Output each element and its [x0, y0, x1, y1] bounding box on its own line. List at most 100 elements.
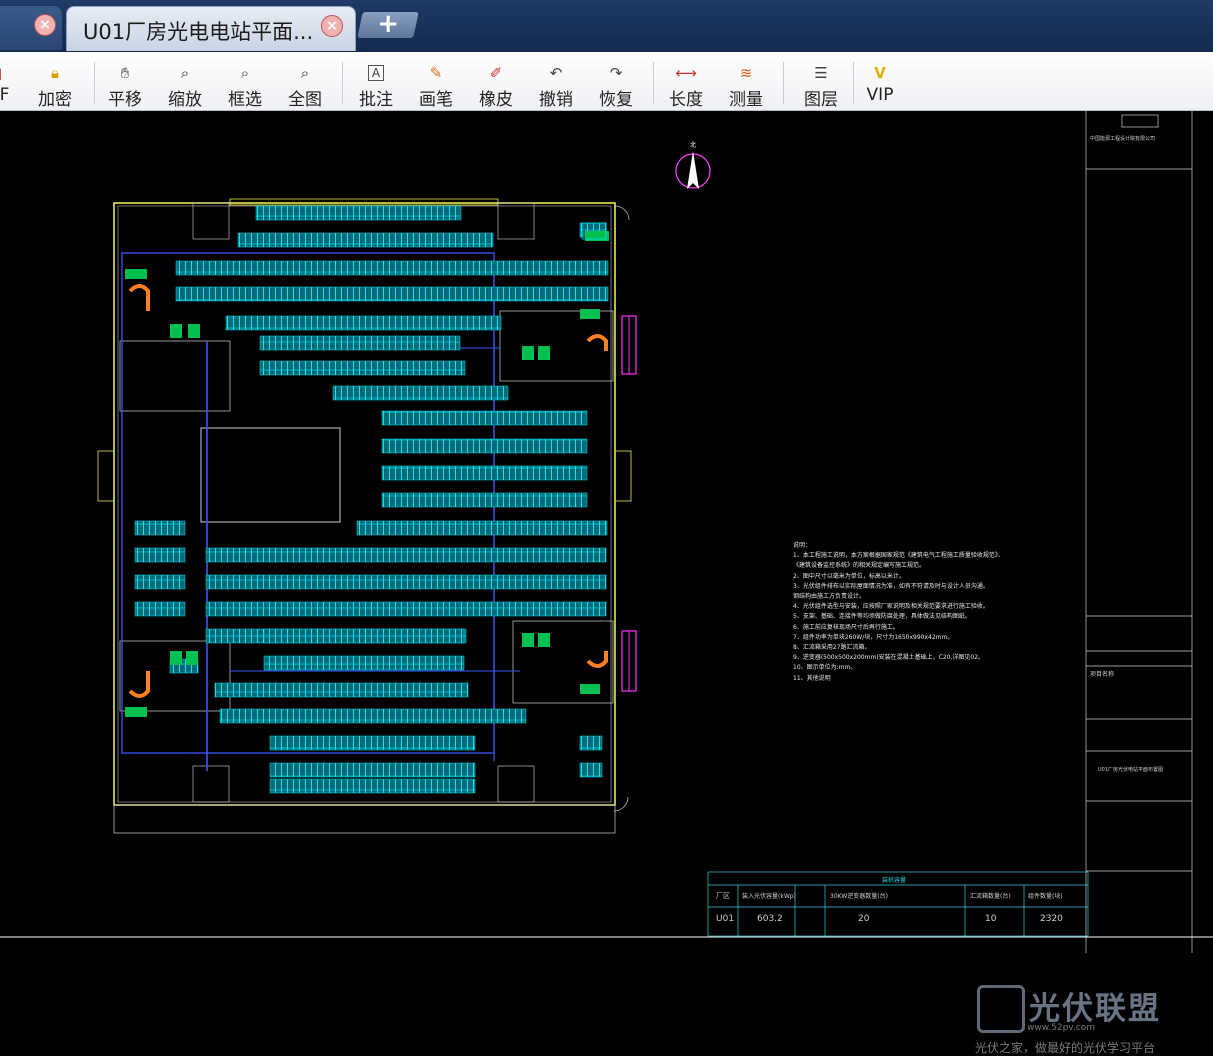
pv-array-row — [255, 205, 462, 221]
row-combiner: 10 — [985, 914, 997, 924]
pv-array-row — [205, 574, 607, 590]
toolbar-separator — [94, 62, 95, 104]
pv-array-row — [259, 360, 466, 376]
pv-array-row — [175, 286, 609, 302]
pv-array-row — [134, 547, 186, 563]
plus-icon: + — [377, 9, 400, 39]
encrypt-button[interactable]: 🔒︎ 加密 — [27, 56, 83, 110]
lock-icon: 🔒︎ — [51, 64, 59, 82]
row-modules: 2320 — [1040, 914, 1063, 924]
note-line: 《建筑设备监控系统》的相关规定编写施工规范。 — [793, 562, 926, 570]
drawing-canvas[interactable]: 北 中国能源工程设计院有限公司 项目名称 U01厂房光伏电站平面布置图 装机容量… — [0, 111, 1213, 1055]
eraser-icon: ✐ — [489, 64, 503, 82]
drawing-title: U01厂房光伏电站平面布置图 — [1098, 767, 1164, 773]
watermark-url: www.52pv.com — [1027, 1023, 1095, 1033]
project-label: 项目名称 — [1090, 671, 1115, 678]
pv-array-row — [237, 232, 494, 248]
tab-bar: × U01厂房光电电站平面... × + — [0, 0, 1213, 52]
tab-previous[interactable]: × — [0, 6, 62, 50]
note-line: 7、组件功率为单块260W/块，尺寸为1650x990x42mm。 — [793, 633, 954, 641]
watermark-slogan: 光伏之家，做最好的光伏学习平台 — [975, 1041, 1156, 1055]
col-capacity: 装入光伏容量(kWp) — [742, 893, 796, 900]
zoom-extents-icon: ⌕ — [300, 64, 310, 82]
row-inverter: 20 — [858, 914, 870, 924]
pv-array-row — [175, 260, 609, 276]
zoom-button[interactable]: ⌕ 缩放 — [157, 56, 213, 110]
eraser-button[interactable]: ✐ 橡皮 — [468, 56, 524, 110]
undo-icon: ↶ — [549, 64, 563, 82]
pv-array-row — [381, 465, 588, 481]
toolbar-separator — [342, 62, 343, 104]
pen-button[interactable]: ✎ 画笔 — [408, 56, 464, 110]
undo-button[interactable]: ↶ 撤销 — [528, 56, 584, 110]
note-line: 11、其他说明 — [793, 674, 831, 682]
annotate-icon: A — [348, 62, 404, 84]
note-line: 5、支架、基础、连接件等均须做防腐处理，具体做法见结构图纸。 — [793, 613, 971, 621]
close-icon[interactable]: × — [321, 15, 343, 37]
layers-button[interactable]: ☰ 图层 — [793, 56, 849, 110]
pv-array-row — [263, 628, 465, 644]
pdf-button[interactable]: ▮ DF — [0, 56, 26, 106]
pv-array-row — [381, 410, 588, 426]
toolbar-separator — [653, 62, 654, 104]
pv-array-row — [579, 735, 603, 751]
pv-module-arrays — [134, 205, 609, 794]
annotate-button[interactable]: A 批注 — [348, 56, 404, 110]
pv-array-row — [205, 601, 607, 617]
col-inverter: 30KW逆变器数量(台) — [830, 893, 888, 900]
pv-array-row — [134, 520, 186, 536]
pv-array-row — [269, 762, 476, 778]
north-label: 北 — [690, 141, 696, 149]
drawing-notes: 说明： 1、本工程施工说明，本方案根据国家规范《建筑电气工程施工质量验收规范》、 … — [793, 541, 1093, 684]
note-line: 6、施工前应复核现场尺寸后再行施工。 — [793, 623, 899, 631]
pv-array-row — [269, 735, 476, 751]
note-line: 2、图中尺寸以毫米为单位，标高以米计。 — [793, 572, 905, 580]
measure-button[interactable]: ≋ 测量 — [718, 56, 774, 110]
col-plant: 厂区 — [716, 892, 730, 900]
redo-button[interactable]: ↷ 恢复 — [588, 56, 644, 110]
length-icon: ⟷ — [675, 64, 697, 82]
zoom-icon: ⌕ — [180, 64, 190, 82]
tab-title: U01厂房光电电站平面... — [83, 20, 314, 44]
north-arrow: 北 — [675, 141, 711, 189]
new-tab-button[interactable]: + — [357, 9, 419, 39]
tab-active-drawing[interactable]: U01厂房光电电站平面... × — [66, 6, 356, 51]
pv-array-row — [134, 601, 186, 617]
note-line: 说明： — [793, 542, 812, 549]
note-line: 8、汇流箱采用27路汇流箱。 — [793, 644, 871, 652]
vip-button[interactable]: V VIP — [852, 56, 908, 106]
redo-icon: ↷ — [609, 64, 623, 82]
pan-icon: ✋︎ — [120, 64, 130, 82]
capacity-table-header: 装机容量 — [882, 877, 907, 884]
row-plant: U01 — [716, 914, 735, 924]
pdf-icon: ▮ — [0, 62, 26, 84]
note-line: 10、图示单位为:mm。 — [793, 664, 857, 672]
pv-array-row — [219, 708, 527, 724]
layers-icon: ☰ — [814, 64, 828, 82]
note-line: 1、本工程施工说明，本方案根据国家规范《建筑电气工程施工质量验收规范》、 — [793, 552, 1004, 560]
toolbar-separator — [783, 62, 784, 104]
pan-button[interactable]: ✋︎ 平移 — [97, 56, 153, 110]
zoom-window-icon: ⌕ — [240, 64, 250, 82]
zoom-extents-button[interactable]: ⌕ 全图 — [277, 56, 333, 110]
pen-icon: ✎ — [429, 64, 443, 82]
close-icon[interactable]: × — [34, 14, 56, 36]
note-line: 9、逆变器(500x500x200mm)安装在混凝土基础上，C20,详图见02。 — [793, 654, 985, 662]
zoom-window-button[interactable]: ⌕ 框选 — [217, 56, 273, 110]
pv-array-row — [263, 655, 465, 671]
pv-array-row — [332, 385, 509, 401]
pv-array-row — [579, 762, 603, 778]
pv-array-row — [205, 547, 607, 563]
cad-drawing: 北 — [0, 111, 1213, 953]
pv-array-row — [269, 778, 476, 794]
pv-array-row — [214, 682, 469, 698]
watermark-title: 光伏联盟 — [1029, 991, 1161, 1027]
pv-array-row — [381, 492, 588, 508]
pv-array-row — [381, 438, 588, 454]
toolbar: ▮ DF 🔒︎ 加密 ✋︎ 平移 ⌕ 缩放 ⌕ 框选 ⌕ 全图 A 批注 ✎ 画… — [0, 52, 1213, 111]
length-button[interactable]: ⟷ 长度 — [658, 56, 714, 110]
company-name: 中国能源工程设计院有限公司 — [1090, 136, 1156, 142]
watermark: 光伏联盟 www.52pv.com 光伏之家，做最好的光伏学习平台 — [975, 983, 1213, 1055]
col-modules: 组件数量(块) — [1028, 893, 1063, 900]
note-line: 4、光伏组件选型与安装，应按照厂家说明及相关规范要求进行施工验收。 — [793, 603, 989, 611]
